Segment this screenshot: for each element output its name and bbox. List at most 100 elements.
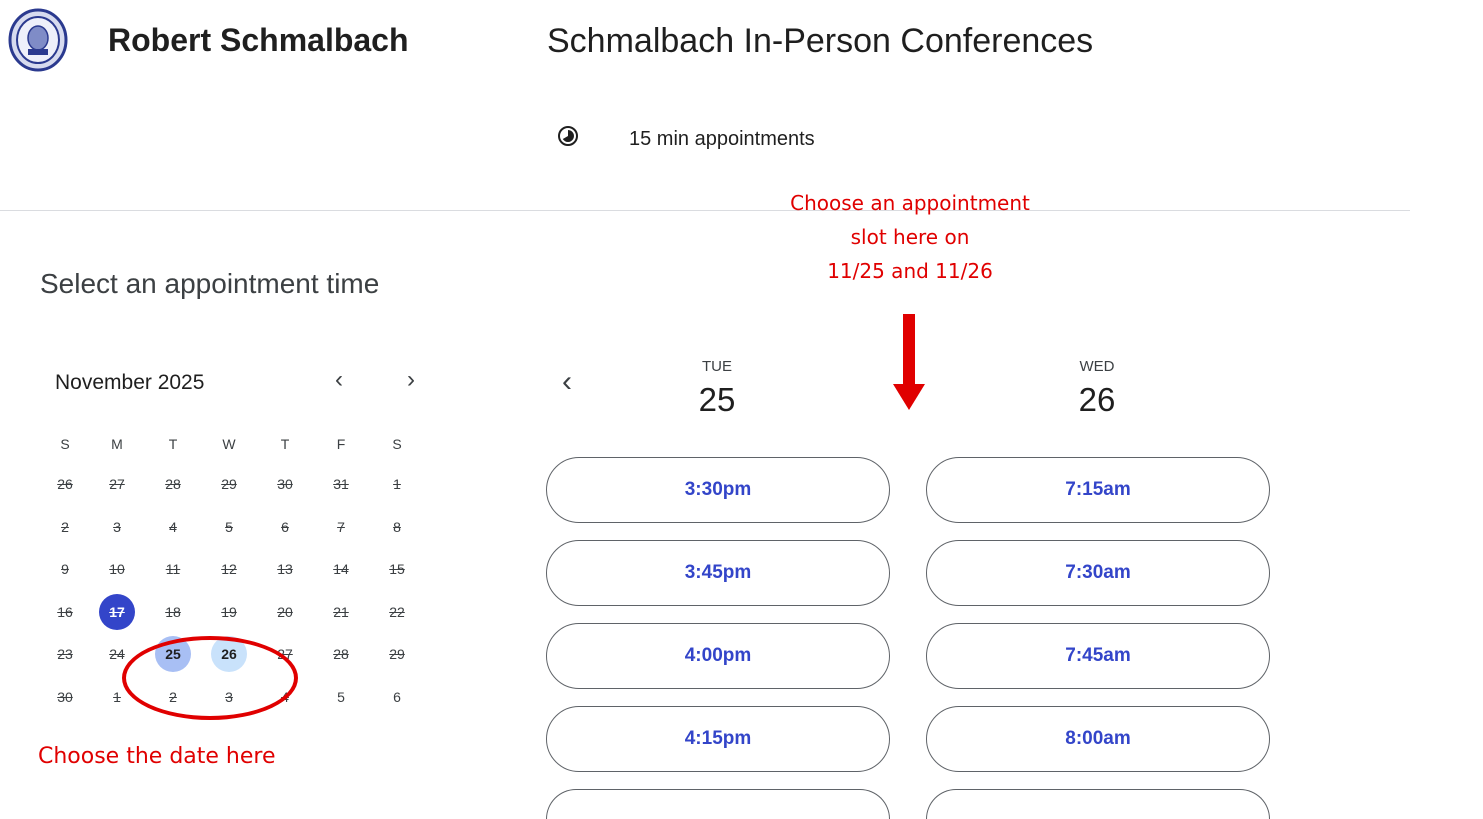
- calendar-day-unavailable: 19: [206, 592, 252, 632]
- clock-icon: [558, 126, 578, 146]
- calendar-date: 14: [333, 561, 349, 577]
- calendar-date: 12: [221, 561, 237, 577]
- day-of-week: TUE: [702, 358, 732, 375]
- weekday-header: W: [222, 436, 236, 452]
- time-slot-button[interactable]: 4:15pm: [546, 706, 890, 772]
- day-header-wed: WED 26: [1027, 358, 1167, 419]
- calendar-date: 29: [389, 646, 405, 662]
- weekday-header: S: [392, 436, 402, 452]
- calendar-date: 8: [393, 518, 401, 535]
- calendar-date: 30: [277, 476, 293, 492]
- calendar-date: 7: [337, 518, 345, 535]
- calendar-day-unavailable: 1: [374, 464, 420, 504]
- calendar-date: 22: [389, 603, 405, 620]
- calendar-date: 19: [221, 603, 237, 620]
- calendar-day-unavailable: 20: [262, 592, 308, 632]
- weekday-header: T: [280, 436, 290, 452]
- calendar-date: 26: [57, 476, 73, 492]
- calendar-day-unavailable: 27: [94, 464, 140, 504]
- annotation-line: Choose an appointment: [790, 191, 1030, 215]
- calendar-day-unavailable: 30: [262, 464, 308, 504]
- annotation-circle: [122, 636, 298, 720]
- calendar-day-unavailable: 18: [150, 592, 196, 632]
- time-slot-button[interactable]: 4:00pm: [546, 623, 890, 689]
- calendar-day-unavailable: 30: [42, 677, 88, 717]
- calendar-date: 2: [61, 518, 69, 535]
- annotation-line: slot here on: [850, 225, 970, 249]
- calendar-date: 11: [165, 561, 181, 577]
- calendar-day-unavailable: 15: [374, 549, 420, 589]
- calendar-date: 30: [57, 688, 73, 705]
- calendar-date: 9: [61, 561, 69, 577]
- seal-logo: [8, 8, 68, 72]
- weekday-header: M: [111, 436, 123, 452]
- calendar-date: 4: [169, 518, 177, 535]
- calendar-day-unavailable: 31: [318, 464, 364, 504]
- time-slot-button[interactable]: 7:15am: [926, 457, 1270, 523]
- calendar-day-unavailable: 12: [206, 549, 252, 589]
- calendar-date: 20: [277, 603, 293, 620]
- calendar-date: 10: [109, 561, 125, 577]
- calendar-date: 28: [333, 646, 349, 662]
- calendar-day-unavailable: 3: [94, 507, 140, 547]
- annotation-arrow-head: [893, 384, 925, 410]
- time-slot-button[interactable]: 7:30am: [926, 540, 1270, 606]
- annotation-date-note: Choose the date here: [38, 744, 276, 769]
- time-slot-button[interactable]: 7:45am: [926, 623, 1270, 689]
- owner-name: Robert Schmalbach: [108, 22, 409, 58]
- time-slot-button-partial[interactable]: [546, 789, 890, 819]
- calendar-day-unavailable: 23: [42, 634, 88, 674]
- prev-month-button[interactable]: ‹: [324, 367, 354, 397]
- calendar-day-unavailable: 2: [42, 507, 88, 547]
- today-date: 17: [99, 593, 135, 630]
- calendar-day-unavailable: 9: [42, 549, 88, 589]
- calendar-day-unavailable: 22: [374, 592, 420, 632]
- calendar-day-unavailable: 6: [262, 507, 308, 547]
- time-slot-button[interactable]: 3:30pm: [546, 457, 890, 523]
- calendar-date: 6: [393, 688, 401, 705]
- calendar-day-unavailable: 21: [318, 592, 364, 632]
- calendar-day-unavailable: 26: [42, 464, 88, 504]
- calendar-day-unavailable: 16: [42, 592, 88, 632]
- calendar-date: 16: [57, 603, 73, 620]
- calendar-date: 23: [57, 646, 73, 662]
- calendar-date: 27: [109, 476, 125, 492]
- calendar-day-unavailable: 29: [374, 634, 420, 674]
- section-title: Select an appointment time: [40, 268, 380, 299]
- next-month-button[interactable]: ›: [396, 367, 426, 397]
- calendar-date: 1: [393, 476, 401, 492]
- calendar-day-unavailable: 11: [150, 549, 196, 589]
- calendar-date: 21: [333, 603, 349, 620]
- calendar-day-unavailable: 29: [206, 464, 252, 504]
- header-divider: [0, 210, 1410, 211]
- time-slot-button[interactable]: 3:45pm: [546, 540, 890, 606]
- annotation-arrow-shaft: [903, 314, 915, 386]
- calendar-day-unavailable: 28: [150, 464, 196, 504]
- calendar-day: 6: [374, 677, 420, 717]
- calendar-day-unavailable: 4: [150, 507, 196, 547]
- calendar-date: 31: [333, 476, 349, 492]
- calendar-day: 5: [318, 677, 364, 717]
- calendar-date: 24: [109, 646, 125, 662]
- page-title: Schmalbach In-Person Conferences: [547, 22, 1094, 60]
- calendar-date: 13: [277, 561, 293, 577]
- time-slot-button-partial[interactable]: [926, 789, 1270, 819]
- calendar-date: 6: [281, 518, 289, 535]
- weekday-header: F: [336, 436, 346, 452]
- calendar-date: 29: [221, 476, 237, 492]
- weekday-header: S: [60, 436, 70, 452]
- time-slot-button[interactable]: 8:00am: [926, 706, 1270, 772]
- calendar-date: 3: [113, 518, 121, 535]
- annotation-line: 11/25 and 11/26: [827, 259, 993, 283]
- calendar-date: 5: [337, 688, 345, 705]
- calendar-day-unavailable: 28: [318, 634, 364, 674]
- calendar-day-unavailable: 10: [94, 549, 140, 589]
- calendar-date: 1: [113, 688, 121, 705]
- weekday-header: T: [168, 436, 178, 452]
- calendar-date: 5: [225, 518, 233, 535]
- calendar-date: 15: [389, 561, 405, 577]
- prev-days-button[interactable]: ‹: [552, 365, 582, 401]
- calendar-day-unavailable: 8: [374, 507, 420, 547]
- day-of-week: WED: [1079, 358, 1115, 375]
- calendar-day-unavailable: 7: [318, 507, 364, 547]
